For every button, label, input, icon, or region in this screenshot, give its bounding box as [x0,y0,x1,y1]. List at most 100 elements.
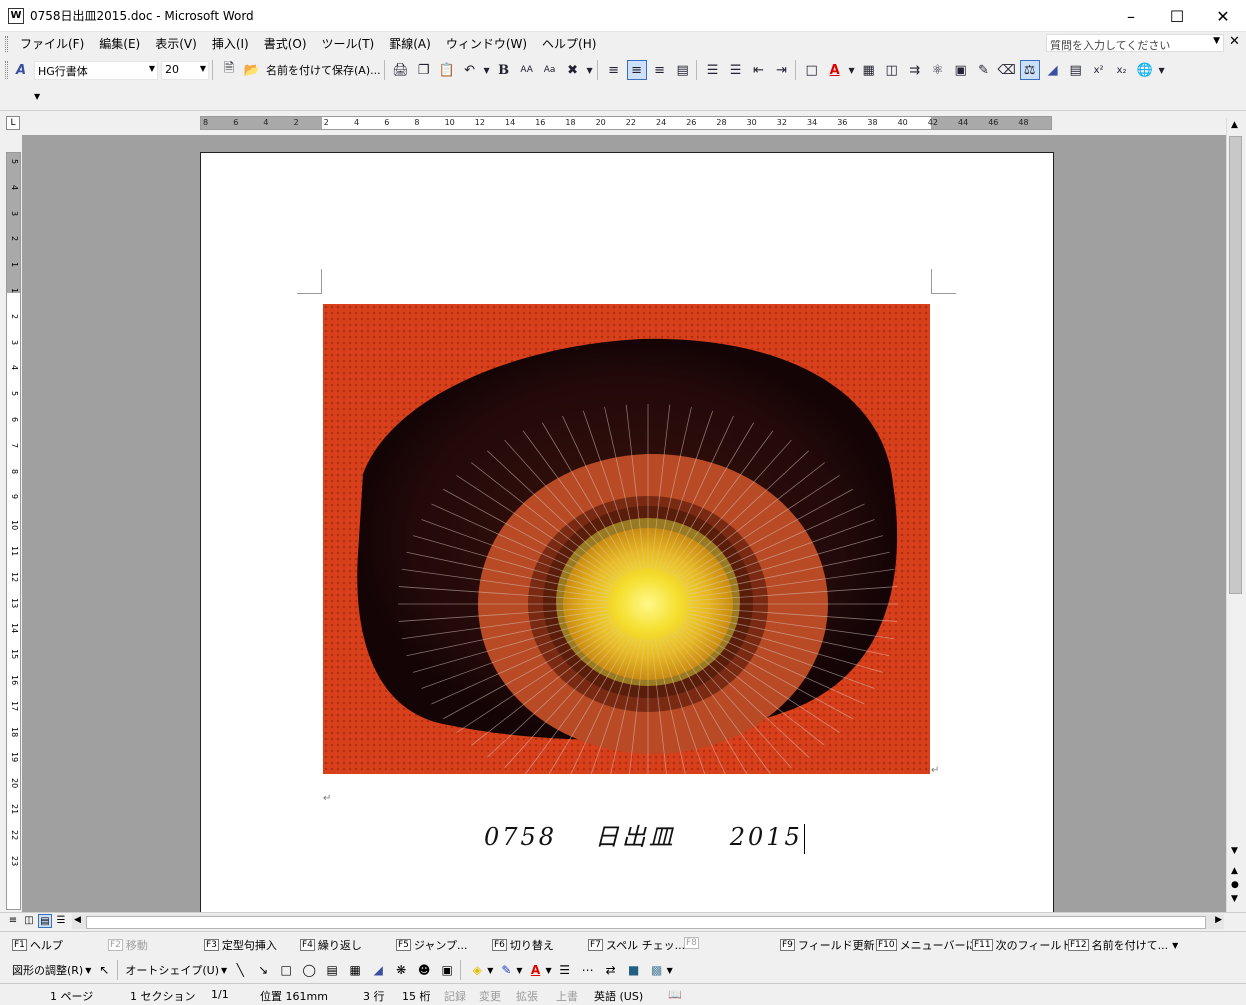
menu-edit[interactable]: 編集(E) [96,33,143,54]
diagram-icon[interactable]: ❋ [391,960,411,980]
chevron-down-icon[interactable]: ▼ [586,60,594,80]
chevron-down-icon[interactable]: ▼ [487,966,493,975]
outline-view-icon[interactable]: ☰ [54,914,68,928]
new-document-icon[interactable]: 🗎 [219,60,239,80]
chevron-down-icon[interactable]: ▼ [85,966,91,975]
close-button[interactable]: ✕ [1200,0,1246,32]
rectangle-icon[interactable]: □ [276,960,296,980]
plate-photo[interactable] [323,304,930,774]
toolbar-options-icon[interactable]: ▼ [34,92,40,101]
scroll-down-icon[interactable]: ▼ [1231,846,1238,856]
dash-style-icon[interactable]: ⋯ [578,960,598,980]
shadow-icon[interactable]: ■ [624,960,644,980]
maximize-button[interactable]: ☐ [1154,0,1200,32]
scroll-left-icon[interactable]: ◀ [74,915,81,925]
select-pointer-icon[interactable]: ↖ [94,960,114,980]
align-center-icon[interactable]: ≡ [626,60,647,80]
paste-icon[interactable]: 📋 [437,60,457,80]
menu-table[interactable]: 罫線(A) [386,33,434,54]
close-document-button[interactable]: ✕ [1229,34,1240,49]
font-color-icon[interactable]: A [825,60,845,80]
vertical-ruler[interactable]: 5 4 3 2 1 1 2 3 4 5 6 7 8 9 10 11 12 13 14 15 16 17 18 19 20 21 22… [6,152,21,910]
browse-object-icon[interactable]: ● [1231,880,1239,890]
shrink-font-icon[interactable]: Aa [540,60,560,80]
toolbar-grip[interactable] [5,61,8,79]
status-extend[interactable]: 拡張 [516,988,538,1004]
previous-page-icon[interactable]: ▲ [1231,866,1238,876]
undo-icon[interactable]: ↶ [460,60,480,80]
web-globe-icon[interactable]: 🌐 [1135,60,1155,80]
autoshape-menu-button[interactable]: オートシェイプ(U) [125,962,219,978]
fkey-f3[interactable]: F3 定型句挿入 [204,937,277,953]
vertical-textbox-icon[interactable]: ▦ [345,960,365,980]
subscript-icon[interactable]: x₂ [1112,60,1132,80]
chevron-down-icon[interactable]: ▼ [483,60,491,80]
3d-icon[interactable]: ▩ [647,960,667,980]
wordart-icon[interactable]: ◢ [368,960,388,980]
chevron-down-icon[interactable]: ▼ [1158,60,1166,80]
status-language[interactable]: 英語 (US) [594,988,643,1004]
character-scale-icon[interactable]: ✖ [563,60,583,80]
font-style-icon[interactable]: A [11,60,31,80]
fkey-f6[interactable]: F6 切り替え [492,937,554,953]
horizontal-scrollbar[interactable]: ◀ ▶ [72,914,1224,929]
textbox-icon[interactable]: ▤ [322,960,342,980]
org-chart-icon[interactable]: ⚛ [928,60,948,80]
fkey-f10[interactable]: F10 メニューバーに移 [876,937,988,953]
status-track-changes[interactable]: 変更 [479,988,501,1004]
fkey-f1[interactable]: F1 ヘルプ [12,937,63,953]
minimize-button[interactable]: – [1108,0,1154,32]
align-right-icon[interactable]: ≡ [650,60,670,80]
menu-insert[interactable]: 挿入(I) [209,33,252,54]
fill-color-icon[interactable]: ◈ [467,960,487,980]
spelling-status-icon[interactable]: 📖 [668,988,682,1001]
columns-icon[interactable]: ◫ [882,60,902,80]
menu-view[interactable]: 表示(V) [152,33,200,54]
fkey-f9[interactable]: F9 フィールド更新 [780,937,875,953]
menu-file[interactable]: ファイル(F) [17,33,87,54]
tab-selector[interactable]: L [6,116,20,130]
chevron-down-icon[interactable]: ▼ [200,64,206,73]
help-question-input[interactable]: 質問を入力してください ▼ [1046,34,1224,52]
text-box-icon[interactable]: ▣ [951,60,971,80]
normal-view-icon[interactable]: ≡ [6,914,20,928]
open-folder-icon[interactable]: 📂 [242,60,262,80]
scroll-up-icon[interactable]: ▲ [1231,120,1238,130]
fkey-f7[interactable]: F7 スペル チェッ... [588,937,685,953]
distribute-icon[interactable]: ▤ [673,60,693,80]
drawing-toggle-icon[interactable]: ◢ [1043,60,1063,80]
fkey-f4[interactable]: F4 繰り返し [300,937,362,953]
chevron-down-icon[interactable]: ▼ [546,966,552,975]
fkey-f11[interactable]: F11 次のフィールド [972,937,1072,953]
highlight-icon[interactable]: ⚖ [1019,60,1040,80]
menu-tools[interactable]: ツール(T) [319,33,378,54]
horizontal-ruler[interactable]: 8 6 4 2 2 4 6 8 10 12 14 16 18 20 22 24 26 28 30 32 34 36 38 40… [200,116,1052,130]
word-icon[interactable]: W [8,7,24,24]
line-color-icon[interactable]: ✎ [496,960,516,980]
horizontal-scroll-thumb[interactable] [86,916,1206,929]
line-style-icon[interactable]: ☰ [555,960,575,980]
line-icon[interactable]: ╲ [230,960,250,980]
scroll-right-icon[interactable]: ▶ [1215,915,1222,925]
menu-help[interactable]: ヘルプ(H) [539,33,599,54]
align-left-icon[interactable]: ≡ [604,60,624,80]
chevron-down-icon[interactable]: ▼ [667,966,673,975]
chevron-down-icon[interactable]: ▼ [516,966,522,975]
chevron-down-icon[interactable]: ▼ [221,966,227,975]
menu-window[interactable]: ウィンドウ(W) [443,33,530,54]
superscript-icon[interactable]: x² [1089,60,1109,80]
web-view-icon[interactable]: ◫ [22,914,36,928]
vertical-scrollbar[interactable]: ▲ ▼ ▲ ● ▼ [1226,118,1244,912]
print-icon[interactable]: 🖨 [391,60,411,80]
ellipse-icon[interactable]: ◯ [299,960,319,980]
chevron-down-icon[interactable]: ▼ [1213,36,1220,46]
vertical-scroll-thumb[interactable] [1229,136,1242,594]
grow-font-icon[interactable]: AA [517,60,537,80]
chevron-down-icon[interactable]: ▼ [149,64,155,73]
draw-font-color-icon[interactable]: A [526,960,546,980]
next-page-icon[interactable]: ▼ [1231,894,1238,904]
bold-button[interactable]: B [494,60,514,80]
text-direction-icon[interactable]: ⇉ [905,60,925,80]
save-as-button[interactable]: 名前を付けて保存(A)... [266,62,381,78]
table-icon[interactable]: ▦ [859,60,879,80]
